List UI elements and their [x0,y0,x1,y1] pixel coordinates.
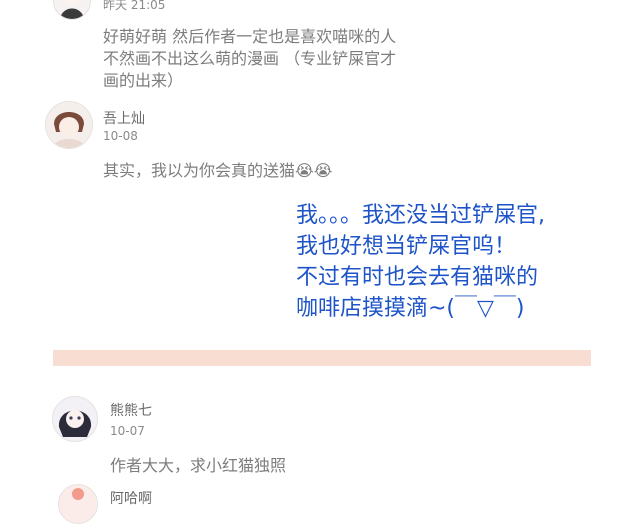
user-avatar-icon [53,397,97,441]
comment-text: 作者大大，求小红猫独照 [110,455,286,477]
reply-line: 不过有时也会去有猫咪的 [296,265,539,290]
commenter-name[interactable]: 阿哈啊 [110,488,152,508]
comment-timestamp: 10-07 [110,424,145,438]
reply-line: 我也好想当铲屎官呜！ [296,234,517,259]
comment-text: 其实，我以为你会真的送猫😭😭 [103,160,332,182]
user-avatar-icon [59,485,97,523]
commenter-name[interactable]: 熊熊七 [110,400,152,420]
comment-line: 好萌好萌 然后作者一定也是喜欢喵咪的人 [103,27,397,46]
comment-timestamp: 10-08 [103,129,138,143]
reply-line: 咖啡店摸摸滴~(￣▽￣) [296,296,525,321]
comment-line: 作者大大，求小红猫独照 [110,456,287,475]
section-divider [53,350,591,366]
comment-line: 不然画不出这么萌的漫画 （专业铲屎官才 [103,49,397,68]
avatar[interactable] [58,484,98,524]
comment-text: 好萌好萌 然后作者一定也是喜欢喵咪的人 不然画不出这么萌的漫画 （专业铲屎官才 … [103,26,396,92]
avatar[interactable] [53,0,91,20]
avatar[interactable] [45,101,93,149]
comment-line: 其实，我以为你会真的送猫😭😭 [103,161,333,180]
comment-timestamp: 昨天 21:05 [103,0,166,12]
user-avatar-icon [54,0,90,19]
comment-line: 画的出来） [103,71,184,90]
avatar[interactable] [52,396,98,442]
user-avatar-icon [46,102,92,148]
author-reply: 我。。。我还没当过铲屎官, 我也好想当铲屎官呜！ 不过有时也会去有猫咪的 咖啡店… [296,200,626,324]
commenter-name[interactable]: 吾上灿 [103,108,145,128]
reply-line: 我。。。我还没当过铲屎官, [296,203,545,228]
